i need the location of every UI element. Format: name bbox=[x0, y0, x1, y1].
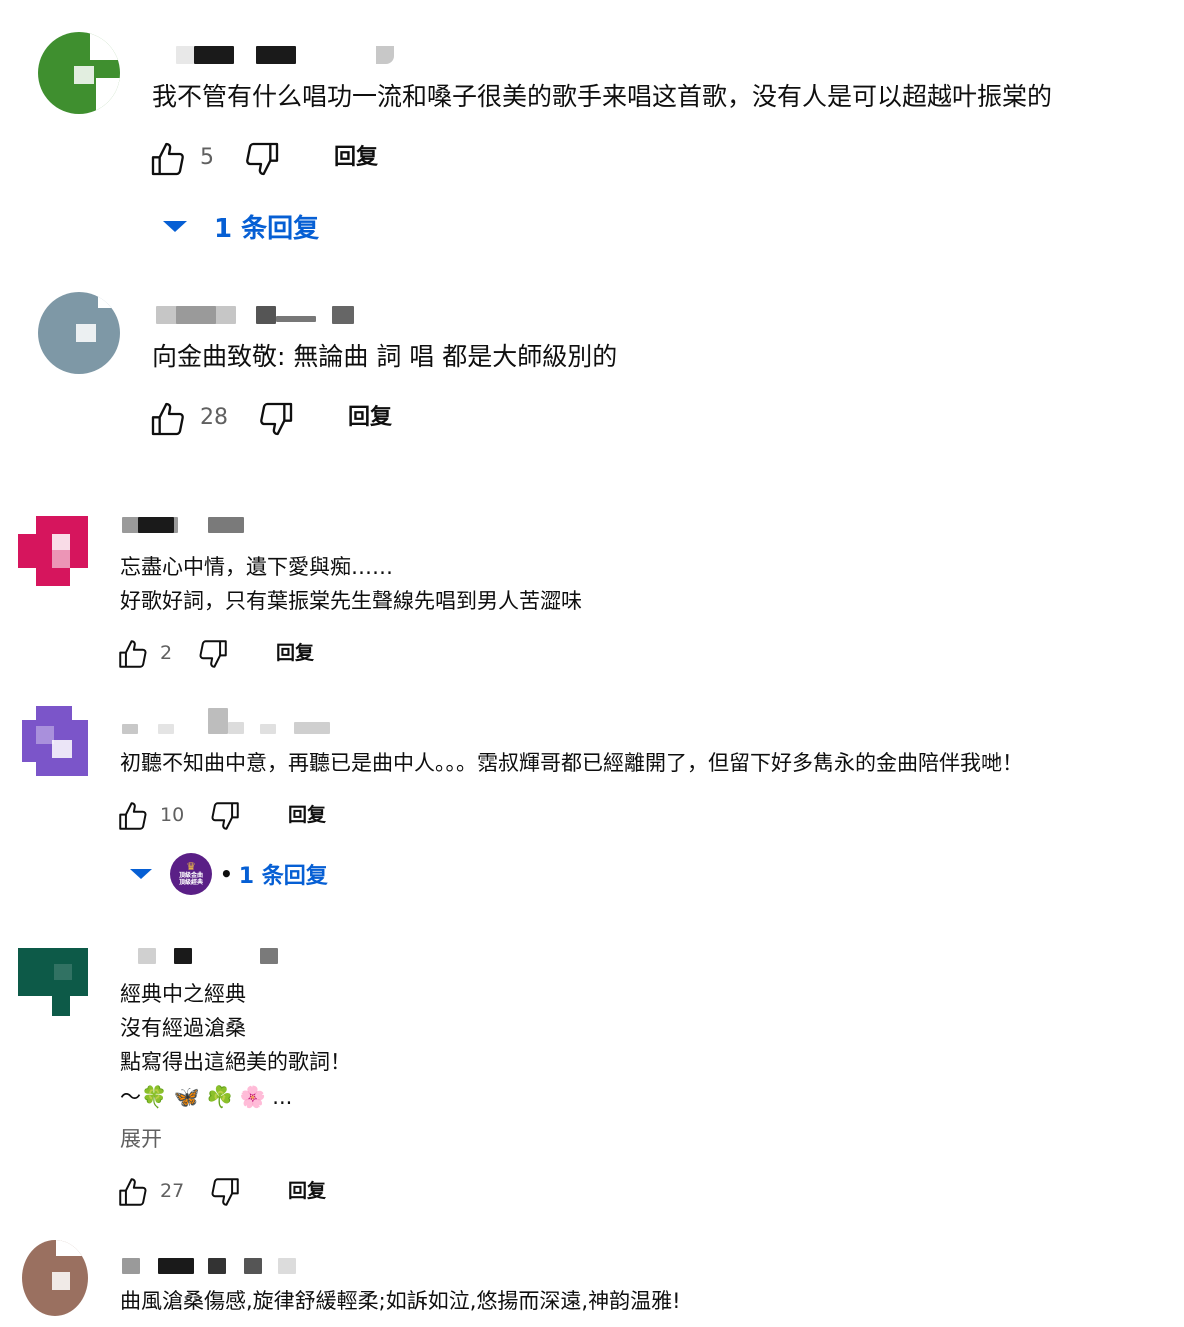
like-button[interactable] bbox=[148, 399, 188, 439]
avatar[interactable] bbox=[22, 706, 88, 776]
avatar[interactable] bbox=[22, 1240, 88, 1316]
caret-down-icon bbox=[128, 867, 154, 881]
thumbs-down-icon bbox=[196, 637, 230, 671]
avatar[interactable] bbox=[18, 516, 88, 586]
comment-text: 曲風滄桑傷感,旋律舒緩輕柔;如訴如泣,悠揚而深遠,神韵温雅! bbox=[120, 1289, 681, 1313]
avatar[interactable] bbox=[38, 292, 120, 374]
thumbs-up-icon bbox=[148, 399, 188, 439]
user-name-redacted[interactable] bbox=[122, 517, 262, 537]
like-button[interactable] bbox=[116, 1175, 150, 1209]
like-button[interactable] bbox=[148, 139, 188, 179]
dislike-button[interactable] bbox=[208, 799, 242, 833]
reply-button[interactable]: 回复 bbox=[348, 404, 392, 432]
thumbs-down-icon bbox=[208, 799, 242, 833]
user-name-redacted[interactable] bbox=[138, 948, 298, 968]
avatar[interactable] bbox=[38, 32, 120, 114]
like-count: 28 bbox=[200, 405, 228, 430]
like-count: 2 bbox=[160, 642, 173, 664]
user-name-redacted[interactable] bbox=[156, 306, 376, 326]
dot-separator: • bbox=[220, 862, 233, 886]
dislike-button[interactable] bbox=[242, 139, 282, 179]
crown-icon: ♛ bbox=[186, 860, 196, 873]
like-count: 27 bbox=[160, 1180, 185, 1202]
reply-author-avatar: ♛ 頂級金曲 頂級經典 bbox=[170, 853, 212, 895]
thumbs-up-icon bbox=[116, 637, 150, 671]
thumbs-up-icon bbox=[116, 1175, 150, 1209]
thumbs-down-icon bbox=[208, 1175, 242, 1209]
comment-text: 沒有經過滄桑 bbox=[120, 1016, 246, 1040]
like-button[interactable] bbox=[116, 637, 150, 671]
comment-text: ～🍀 🦋 ☘️ 🌸 ... bbox=[120, 1085, 293, 1109]
dislike-button[interactable] bbox=[196, 637, 230, 671]
replies-label: 1 条回复 bbox=[238, 864, 328, 889]
comment-text: 好歌好詞，只有葉振棠先生聲線先唱到男人苦澀味 bbox=[120, 589, 582, 613]
caret-down-icon bbox=[160, 218, 190, 234]
expand-button[interactable]: 展开 bbox=[120, 1124, 162, 1154]
thumbs-down-icon bbox=[256, 399, 296, 439]
like-count: 5 bbox=[200, 145, 214, 170]
user-name-redacted[interactable] bbox=[122, 708, 342, 734]
dislike-button[interactable] bbox=[208, 1175, 242, 1209]
thumbs-up-icon bbox=[116, 799, 150, 833]
reply-author-avatar-text: 頂級金曲 頂級經典 bbox=[178, 872, 203, 886]
thumbs-up-icon bbox=[148, 139, 188, 179]
dislike-button[interactable] bbox=[256, 399, 296, 439]
comment-text: 我不管有什么唱功一流和嗓子很美的歌手来唱这首歌，没有人是可以超越叶振棠的 bbox=[152, 82, 1053, 111]
comment-text: 點寫得出這絕美的歌詞！ bbox=[120, 1050, 351, 1074]
comment-text: 忘盡心中情，遺下愛與痴…… bbox=[120, 555, 393, 579]
reply-button[interactable]: 回复 bbox=[334, 144, 378, 172]
user-name-redacted[interactable] bbox=[176, 46, 396, 66]
avatar[interactable] bbox=[18, 948, 88, 1016]
like-button[interactable] bbox=[116, 799, 150, 833]
thumbs-down-icon bbox=[242, 139, 282, 179]
replies-label: 1 条回复 bbox=[214, 213, 320, 244]
user-name-redacted[interactable] bbox=[122, 1258, 322, 1278]
like-count: 10 bbox=[160, 804, 185, 826]
reply-button[interactable]: 回复 bbox=[288, 803, 326, 827]
view-replies-button[interactable]: ♛ 頂級金曲 頂級經典 • 1 条回复 bbox=[128, 852, 328, 896]
reply-button[interactable]: 回复 bbox=[276, 641, 314, 665]
comment-text: 初聽不知曲中意，再聽已是曲中人。。。霑叔輝哥都已經離開了，但留下好多雋永的金曲陪… bbox=[120, 751, 1023, 775]
view-replies-button[interactable]: 1 条回复 bbox=[160, 206, 319, 246]
comment-text: 向金曲致敬: 無論曲 詞 唱 都是大師級別的 bbox=[152, 342, 618, 371]
reply-button[interactable]: 回复 bbox=[288, 1179, 326, 1203]
comment-text: 經典中之經典 bbox=[120, 982, 246, 1006]
